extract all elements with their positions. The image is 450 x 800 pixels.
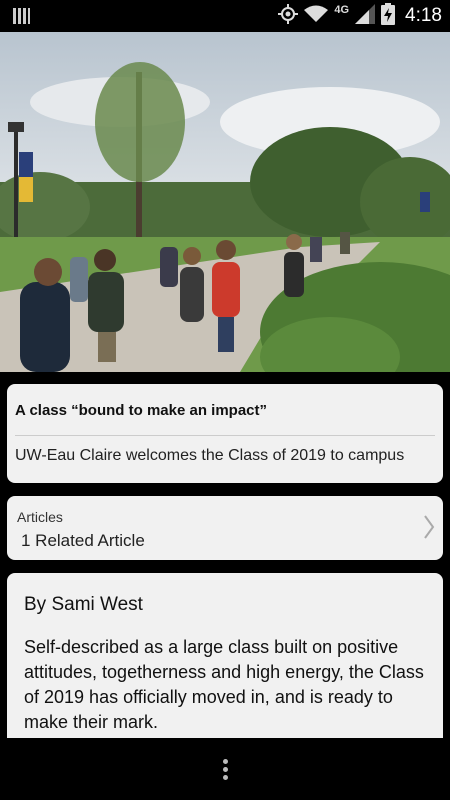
- battery-charging-icon: [381, 2, 396, 30]
- overflow-menu-icon[interactable]: [210, 752, 240, 786]
- gps-icon: [278, 3, 299, 29]
- overflow-dot: [222, 766, 228, 772]
- title-card: A class “bound to make an impact” UW-Eau…: [7, 384, 443, 483]
- related-articles-count: 1 Related Article: [21, 531, 145, 550]
- network-type: 4G: [334, 4, 350, 16]
- article-title: A class “bound to make an impact”: [15, 402, 268, 419]
- related-articles-card[interactable]: Articles 1 Related Article: [7, 496, 443, 560]
- overflow-dot: [222, 774, 228, 780]
- signal-icon: [355, 3, 376, 29]
- clock: 4:18: [405, 5, 442, 26]
- article-body: Self-described as a large class built on…: [24, 637, 424, 732]
- related-articles-label: Articles: [17, 509, 63, 525]
- article-subtitle: UW-Eau Claire welcomes the Class of 2019…: [15, 447, 405, 464]
- status-bar: 4G 4:18: [0, 0, 450, 32]
- article-photo: [0, 32, 450, 372]
- notification-icon: [12, 7, 30, 30]
- article-body-card: By Sami West Self-described as a large c…: [7, 573, 443, 763]
- overflow-dot: [222, 758, 228, 764]
- article-byline: By Sami West: [24, 594, 143, 615]
- chevron-right-icon: [423, 514, 435, 545]
- article-content: A class “bound to make an impact” UW-Eau…: [0, 372, 450, 800]
- bottom-action-bar: [0, 738, 450, 800]
- divider: [15, 435, 435, 436]
- wifi-icon: [304, 5, 329, 28]
